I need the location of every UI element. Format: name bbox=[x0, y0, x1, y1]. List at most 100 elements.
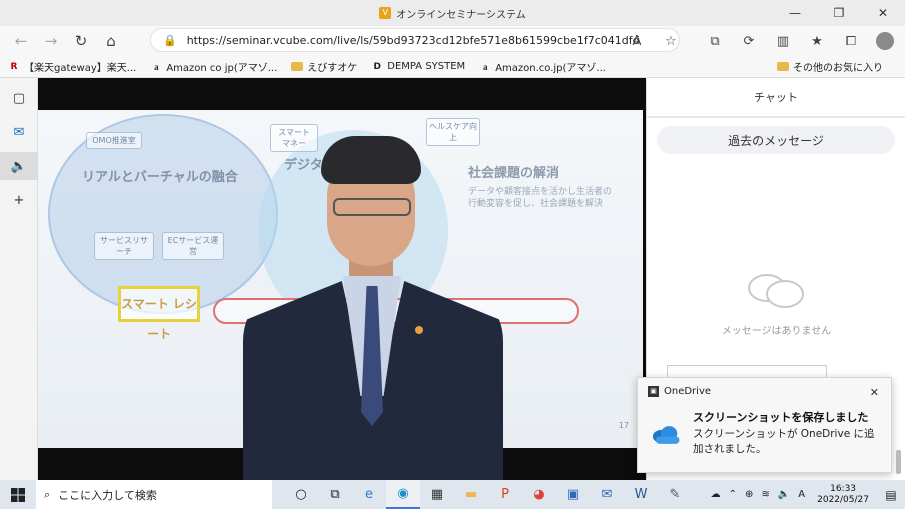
browser-sidebar: ▢ ✉ 🔈 + bbox=[0, 78, 38, 480]
add-icon[interactable]: + bbox=[0, 186, 38, 214]
wifi-icon[interactable]: ≋ bbox=[761, 489, 769, 500]
word-icon[interactable]: W bbox=[624, 480, 658, 509]
network-icon[interactable]: ⊕ bbox=[745, 489, 753, 500]
windows-taskbar: ⌕ ここに入力して検索 ○ ⧉ e ◉ ▦ ▬ P ◕ ▣ ✉ W ✎ ☁ ⌃ … bbox=[0, 480, 905, 509]
calculator-icon[interactable]: ▦ bbox=[420, 480, 454, 509]
edge-icon[interactable]: ◉ bbox=[386, 480, 420, 509]
profile-avatar[interactable] bbox=[876, 32, 894, 50]
search-placeholder: ここに入力して検索 bbox=[58, 488, 157, 502]
favorite-label: Amazon.co.jp(アマゾ... bbox=[495, 63, 606, 74]
window-controls: — ❐ ✕ bbox=[773, 0, 905, 26]
onedrive-app-icon: ▣ bbox=[648, 386, 659, 397]
task-view-icon[interactable]: ⧉ bbox=[318, 480, 352, 509]
folder-icon bbox=[291, 62, 304, 71]
favorite-ebisu-folder[interactable]: えびすオケ bbox=[291, 59, 357, 74]
speaker-hair bbox=[321, 136, 421, 184]
chrome-icon[interactable]: ◕ bbox=[522, 480, 556, 509]
forward-button[interactable]: → bbox=[36, 27, 66, 55]
rakuten-icon: R bbox=[10, 61, 18, 72]
lapel-pin bbox=[415, 326, 423, 334]
ime-indicator[interactable]: A bbox=[798, 489, 805, 500]
windows-logo-icon bbox=[11, 487, 25, 502]
search-icon: ⌕ bbox=[44, 487, 51, 501]
notification-message: スクリーンショットが OneDrive に追加されました。 bbox=[692, 428, 875, 455]
mail-icon[interactable]: ✉ bbox=[590, 480, 624, 509]
notification-header: ▣ OneDrive bbox=[638, 378, 891, 405]
volume-icon[interactable]: 🔈 bbox=[778, 489, 790, 500]
cortana-icon[interactable]: ○ bbox=[284, 480, 318, 509]
smart-receipt-box: スマート レシート bbox=[118, 286, 200, 341]
close-window-button[interactable]: ✕ bbox=[861, 0, 905, 26]
favorite-label: 【楽天gateway】楽天... bbox=[24, 63, 137, 74]
notification-app-name: OneDrive bbox=[664, 386, 712, 397]
favorite-rakuten[interactable]: R 【楽天gateway】楽天... bbox=[8, 59, 137, 75]
favorite-label: その他のお気に入り bbox=[793, 63, 883, 74]
dempa-icon: D bbox=[373, 61, 381, 72]
amazon-icon: a bbox=[482, 61, 488, 72]
extension-button[interactable]: ⧉ bbox=[698, 27, 732, 55]
window-title-text: オンラインセミナーシステム bbox=[396, 9, 526, 21]
taskbar-search[interactable]: ⌕ ここに入力して検索 bbox=[36, 480, 272, 509]
favorites-bar: R 【楽天gateway】楽天... a Amazon co jp(アマゾ...… bbox=[0, 56, 905, 78]
favorite-label: DEMPA SYSTEM bbox=[387, 61, 466, 72]
onedrive-cloud-icon bbox=[652, 426, 680, 444]
notification-heading: スクリーンショットを保存しました bbox=[692, 411, 869, 424]
back-button[interactable]: ← bbox=[6, 27, 36, 55]
video-player[interactable]: OMO推進室 スマート マネー ヘルスケア向上 サービスリサーチ ECサービス運… bbox=[38, 78, 646, 480]
pen-app-icon[interactable]: ✎ bbox=[658, 480, 692, 509]
browser-essentials-button[interactable]: ⟳ bbox=[732, 27, 766, 55]
favorite-amazon-2[interactable]: a Amazon.co.jp(アマゾ... bbox=[479, 59, 606, 75]
clock-time: 16:33 bbox=[830, 483, 857, 494]
maximize-button[interactable]: ❐ bbox=[817, 0, 861, 26]
speaker bbox=[243, 136, 503, 480]
start-button[interactable] bbox=[0, 480, 36, 509]
no-messages-text: メッセージはありません bbox=[721, 326, 832, 337]
slide-box: ECサービス運営 bbox=[162, 232, 224, 260]
favorites-button[interactable]: ★ bbox=[800, 27, 834, 55]
amazon-icon: a bbox=[154, 61, 159, 72]
file-explorer-icon[interactable]: ▬ bbox=[454, 480, 488, 509]
favorite-amazon-1[interactable]: a Amazon co jp(アマゾ... bbox=[150, 59, 278, 75]
tab-actions-icon[interactable]: ▢ bbox=[0, 84, 38, 112]
ie-icon[interactable]: e bbox=[352, 480, 386, 509]
folder-icon bbox=[777, 62, 789, 71]
collections-button[interactable]: ⧠ bbox=[834, 27, 868, 55]
onedrive-tray-icon[interactable]: ☁ bbox=[711, 489, 721, 500]
action-center-icon[interactable]: ▤ bbox=[877, 480, 905, 509]
chat-tab[interactable]: チャット bbox=[647, 78, 905, 118]
past-messages-button[interactable]: 過去のメッセージ bbox=[657, 126, 895, 154]
system-tray: ☁ ⌃ ⊕ ≋ 🔈 A 16:33 2022/05/27 ▤ bbox=[707, 480, 905, 509]
clock-date: 2022/05/27 bbox=[817, 494, 869, 505]
chevron-up-icon[interactable]: ⌃ bbox=[729, 489, 737, 500]
lock-icon: 🔒 bbox=[163, 33, 177, 47]
speaker-glasses bbox=[333, 198, 411, 216]
chat-bubbles-icon bbox=[748, 274, 804, 308]
refresh-button[interactable]: ↻ bbox=[66, 27, 96, 55]
favorite-label: Amazon co jp(アマゾ... bbox=[166, 63, 278, 74]
clock[interactable]: 16:33 2022/05/27 bbox=[817, 484, 869, 506]
audio-icon[interactable]: 🔈 bbox=[0, 152, 38, 180]
notification-text: スクリーンショットを保存しました スクリーンショットが OneDrive に追加… bbox=[693, 409, 881, 457]
toolbar-right-buttons: A ☆ ⧉ ⟳ ▥ ★ ⧠ ··· bbox=[620, 26, 905, 56]
close-notification-button[interactable]: ✕ bbox=[870, 386, 879, 399]
vcube-favicon-icon: V bbox=[379, 7, 392, 19]
browser-toolbar: ← → ↻ ⌂ 🔒 https://seminar.vcube.com/live… bbox=[0, 26, 905, 56]
add-favorite-button[interactable]: ☆ bbox=[654, 27, 688, 55]
minimize-button[interactable]: — bbox=[773, 0, 817, 26]
url-text: https://seminar.vcube.com/live/ls/59bd93… bbox=[186, 33, 640, 47]
favorite-other-folder[interactable]: その他のお気に入り bbox=[777, 59, 883, 74]
onedrive-notification[interactable]: ▣ OneDrive ✕ スクリーンショットを保存しました スクリーンショットが… bbox=[637, 377, 892, 473]
scrollbar-thumb[interactable] bbox=[896, 450, 901, 474]
favorite-dempa[interactable]: D DEMPA SYSTEM bbox=[371, 61, 466, 73]
read-aloud-button[interactable]: A bbox=[620, 27, 654, 55]
address-bar[interactable]: 🔒 https://seminar.vcube.com/live/ls/59bd… bbox=[150, 28, 680, 52]
split-screen-button[interactable]: ▥ bbox=[766, 27, 800, 55]
store-icon[interactable]: ▣ bbox=[556, 480, 590, 509]
home-button[interactable]: ⌂ bbox=[96, 27, 126, 55]
window-title: V オンラインセミナーシステム bbox=[379, 6, 526, 21]
notification-body: スクリーンショットを保存しました スクリーンショットが OneDrive に追加… bbox=[638, 405, 891, 457]
outlook-icon[interactable]: ✉ bbox=[0, 118, 38, 146]
slide-heading: リアルとバーチャルの融合 bbox=[82, 170, 238, 185]
powerpoint-icon[interactable]: P bbox=[488, 480, 522, 509]
taskbar-apps: ○ ⧉ e ◉ ▦ ▬ P ◕ ▣ ✉ W ✎ bbox=[284, 480, 692, 509]
